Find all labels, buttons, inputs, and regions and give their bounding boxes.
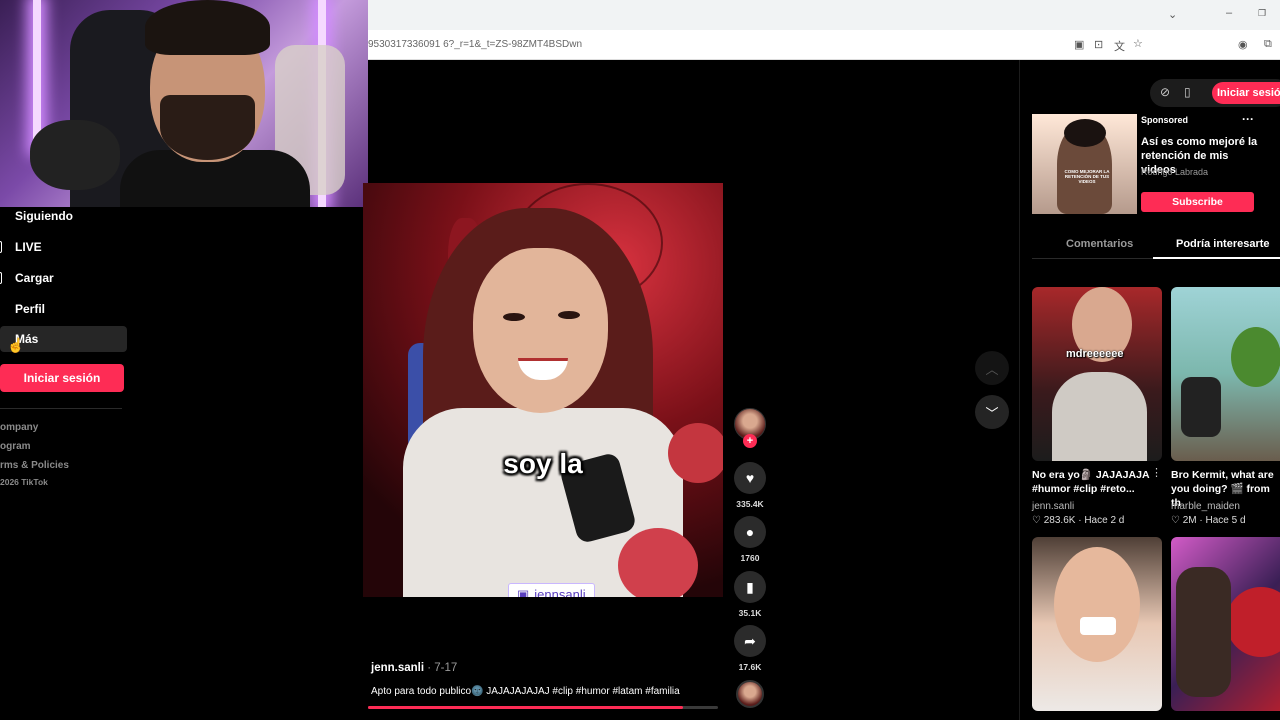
person-figure	[1176, 567, 1231, 697]
subscribe-button[interactable]: Subscribe	[1141, 192, 1254, 212]
bookmark-icon: ▮	[746, 578, 754, 595]
share-arrow-icon: ➦	[744, 632, 756, 649]
follow-plus-icon[interactable]: +	[743, 434, 757, 448]
sidebar-item-following[interactable]: Siguiendo	[0, 203, 127, 229]
more-options-icon[interactable]: ⋮	[1151, 466, 1162, 479]
helmet-figure	[1226, 587, 1280, 657]
video-caption: soy la	[503, 448, 583, 479]
chevron-down-icon[interactable]: ⌄	[1168, 8, 1177, 21]
ad-person-hair	[1064, 119, 1106, 147]
footer-link-terms[interactable]: rms & Policies	[0, 460, 69, 471]
watermark-text: jennsanli	[534, 587, 586, 597]
save-button[interactable]: ▮	[734, 571, 766, 603]
sidebar-divider	[0, 408, 122, 409]
twitch-watermark: ▣ jennsanli	[508, 583, 595, 597]
video-player[interactable]: soy la ▣ jennsanli	[363, 183, 723, 597]
login-button[interactable]: Iniciar sesión	[1212, 82, 1280, 104]
video-card-author[interactable]: marble_maiden	[1171, 501, 1240, 512]
browser-address-bar[interactable]: 9530317336091 6?_r=1&_t=ZS-98ZMT4BSDwn ▣…	[368, 30, 1280, 60]
footer-copyright: 2026 TikTok	[0, 477, 48, 487]
sidebar-item-label: Cargar	[15, 271, 54, 285]
video-card-thumbnail[interactable]	[1171, 537, 1280, 711]
neon-light-left	[33, 0, 41, 150]
comment-count: 1760	[740, 553, 760, 563]
footer-link-program[interactable]: ogram	[0, 441, 31, 452]
video-description: Apto para todo publico🌚 JAJAJAJAJAJ #cli…	[371, 686, 680, 697]
person-eye	[558, 311, 580, 319]
sidebar-item-label: Siguiendo	[15, 209, 73, 223]
streamer-hair	[145, 0, 270, 55]
mouse-cursor-icon: ☝	[7, 337, 25, 353]
chevron-down-icon: ﹀	[985, 405, 999, 421]
sidebar-item-label: Perfil	[15, 302, 46, 316]
person-face	[473, 248, 608, 413]
previous-video-button[interactable]: ︿	[975, 351, 1009, 385]
more-options-icon[interactable]: ···	[1242, 112, 1254, 126]
video-card-author[interactable]: jenn.sanli	[1032, 501, 1074, 512]
share-button[interactable]: ➦	[734, 625, 766, 657]
restore-icon[interactable]: ❐	[1258, 8, 1266, 19]
person-eye	[503, 313, 525, 321]
video-card-stats: ♡ 2M · Hace 5 d	[1171, 515, 1246, 526]
kermit-figure	[1231, 327, 1280, 387]
url-text[interactable]: 9530317336091 6?_r=1&_t=ZS-98ZMT4BSDwn	[368, 39, 582, 50]
compass-icon[interactable]: ⊘	[1160, 85, 1170, 99]
bookmark-star-icon[interactable]: ☆	[1133, 37, 1143, 50]
extensions-icon[interactable]: ⧉	[1264, 38, 1272, 51]
video-card-thumbnail[interactable]	[1171, 287, 1280, 461]
tab-related[interactable]: Podría interesarte	[1176, 238, 1270, 250]
video-progress-fill	[368, 706, 683, 709]
active-tab-indicator	[1153, 257, 1280, 259]
install-icon[interactable]: ⊡	[1094, 38, 1103, 51]
like-button[interactable]: ♥	[734, 462, 766, 494]
ad-thumb-text: COMO MEJORAR LA RETENCIÓN DE TUS VIDEOS	[1064, 169, 1110, 184]
upload-icon	[0, 272, 2, 284]
rose-decor	[618, 528, 698, 597]
sponsored-label: Sponsored	[1141, 115, 1189, 125]
video-card-stats: ♡ 283.6K · Hace 2 d	[1032, 515, 1125, 526]
ad-thumbnail[interactable]: COMO MEJORAR LA RETENCIÓN DE TUS VIDEOS	[1032, 114, 1137, 214]
sidebar-item-label: LIVE	[15, 240, 42, 254]
streamer-webcam	[0, 0, 368, 207]
person-face	[1054, 547, 1140, 662]
tab-comments[interactable]: Comentarios	[1066, 238, 1133, 250]
person-teeth	[1080, 617, 1116, 635]
minimize-icon[interactable]: –	[1226, 7, 1232, 19]
author-name[interactable]: jenn.sanli	[371, 662, 424, 674]
live-icon	[0, 241, 2, 253]
sidebar-item-upload[interactable]: Cargar	[0, 265, 127, 291]
music-disc-icon[interactable]	[736, 680, 764, 708]
comment-icon: ●	[745, 524, 755, 540]
translate-icon[interactable]: 文	[1114, 38, 1125, 54]
video-author[interactable]: jenn.sanli · 7-17	[371, 662, 457, 674]
footer-link-company[interactable]: ompany	[0, 422, 38, 433]
picture-in-picture-icon[interactable]: ▣	[1074, 38, 1084, 51]
camera-figure	[1181, 377, 1221, 437]
streamer-beard	[160, 95, 255, 160]
like-count: 335.4K	[736, 499, 764, 509]
profile-icon[interactable]: ◉	[1238, 38, 1248, 51]
chevron-up-icon: ︿	[985, 361, 999, 377]
person-shirt	[1052, 372, 1147, 461]
video-card-thumbnail[interactable]	[1032, 537, 1162, 711]
thumbnail-caption: mdreeeeee	[1066, 348, 1124, 360]
save-count: 35.1K	[738, 608, 762, 618]
panel-divider	[1019, 60, 1020, 720]
video-card-thumbnail[interactable]: mdreeeeee	[1032, 287, 1162, 461]
ad-author[interactable]: Rodrigo Labrada	[1141, 167, 1208, 177]
next-video-button[interactable]: ﹀	[975, 395, 1009, 429]
video-card-title[interactable]: No era yo🗿 JAJAJAJA #humor #clip #reto..…	[1032, 468, 1160, 496]
comment-button[interactable]: ●	[734, 516, 766, 548]
twitch-icon: ▣	[517, 586, 530, 598]
microphone	[30, 120, 120, 190]
browser-tabbar: ⌄ – ❐	[368, 0, 1280, 30]
sidebar-item-profile[interactable]: Perfil	[0, 296, 127, 322]
share-count: 17.6K	[738, 662, 762, 672]
login-button[interactable]: Iniciar sesión	[0, 364, 124, 392]
heart-icon: ♥	[745, 470, 755, 486]
sidebar-item-live[interactable]: LIVE	[0, 234, 127, 260]
video-date: · 7-17	[424, 662, 458, 674]
phone-icon[interactable]: ▯	[1184, 85, 1191, 99]
